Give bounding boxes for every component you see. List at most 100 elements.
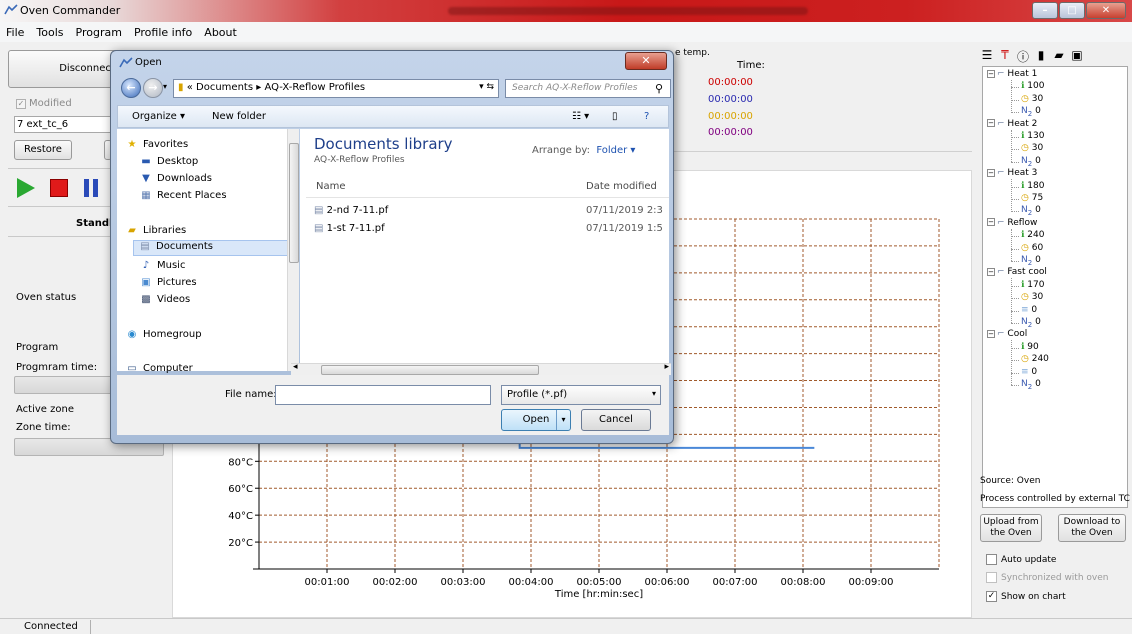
view-options-icon[interactable]: ☷ ▾ — [572, 111, 589, 122]
column-date-header[interactable]: Date modified — [586, 181, 657, 192]
save-icon[interactable]: ▣ — [1070, 48, 1084, 65]
tree-temp[interactable]: ℹ 180 — [1021, 181, 1044, 191]
menu-tools[interactable]: Tools — [30, 26, 69, 39]
tree-time[interactable]: ◷ 75 — [1021, 193, 1043, 203]
new-file-icon[interactable]: ▮ — [1034, 48, 1048, 65]
column-name-header[interactable]: Name — [316, 181, 346, 192]
auto-update-box[interactable] — [986, 554, 997, 565]
collapse-tree-icon[interactable]: ☰ — [980, 48, 994, 65]
nav-computer[interactable]: ▭ Computer — [125, 363, 192, 374]
collapse-icon[interactable]: − — [987, 267, 995, 276]
search-icon[interactable]: ⚲ — [655, 82, 663, 95]
breadcrumb-profiles[interactable]: AQ-X-Reflow Profiles — [264, 82, 365, 93]
show-on-chart-box[interactable]: ✓ — [986, 591, 997, 602]
recent-dropdown-icon[interactable]: ▾ — [163, 82, 167, 91]
arrange-by[interactable]: Arrange by: Folder ▾ — [532, 145, 635, 156]
menu-profile-info[interactable]: Profile info — [128, 26, 198, 39]
profile-icon[interactable]: ₸ — [998, 48, 1012, 65]
arrange-value[interactable]: Folder ▾ — [596, 145, 635, 156]
tree-time[interactable]: ◷ 60 — [1021, 243, 1043, 253]
tree-time[interactable]: ◷ 30 — [1021, 94, 1043, 104]
tree-time[interactable]: ◷ 240 — [1021, 354, 1049, 364]
tree-time[interactable]: ◷ 30 — [1021, 143, 1043, 153]
scroll-right-icon[interactable]: ▸ — [664, 362, 669, 372]
nav-videos[interactable]: ▩ Videos — [139, 294, 190, 305]
tree-temp[interactable]: ℹ 90 — [1021, 342, 1039, 352]
nav-pictures[interactable]: ▣ Pictures — [139, 277, 196, 288]
nav-recent-places[interactable]: ▦ Recent Places — [139, 190, 226, 201]
address-bar[interactable]: ▮ « Documents ▸ AQ-X-Reflow Profiles ▾ ⇆ — [173, 79, 499, 98]
file-row[interactable]: ▤ 1-st 7-11.pf 07/11/2019 1:5 — [314, 223, 663, 234]
maximize-button[interactable]: □ — [1059, 2, 1085, 19]
dialog-close-button[interactable]: ✕ — [625, 52, 667, 70]
new-folder-button[interactable]: New folder — [212, 111, 266, 122]
nav-scrollbar[interactable] — [287, 129, 299, 371]
menu-file[interactable]: File — [0, 26, 30, 39]
collapse-icon[interactable]: − — [987, 218, 995, 227]
tree-zone-cool[interactable]: − ⌐ Cool — [987, 329, 1027, 339]
tree-temp[interactable]: ℹ 100 — [1021, 81, 1044, 91]
stop-icon[interactable] — [50, 179, 68, 197]
open-options-icon[interactable]: ▾ — [556, 410, 570, 430]
tree-n2[interactable]: N2 0 — [1021, 156, 1041, 168]
tree-n2[interactable]: N2 0 — [1021, 317, 1041, 329]
auto-update-checkbox[interactable]: Auto update — [986, 554, 1056, 565]
breadcrumb-documents[interactable]: Documents — [196, 82, 253, 93]
close-button[interactable]: ✕ — [1086, 2, 1126, 19]
tree-time[interactable]: ◷ 30 — [1021, 292, 1043, 302]
file-name-input[interactable] — [275, 385, 491, 405]
nav-desktop[interactable]: ▬ Desktop — [139, 156, 198, 167]
back-button[interactable]: ← — [121, 78, 141, 98]
scroll-left-icon[interactable]: ◂ — [293, 362, 298, 372]
tree-n2[interactable]: N2 0 — [1021, 255, 1041, 267]
show-on-chart-checkbox[interactable]: ✓ Show on chart — [986, 591, 1066, 602]
open-button[interactable]: Open ▾ — [501, 409, 571, 431]
nav-favorites[interactable]: ★ Favorites — [125, 139, 189, 150]
play-icon[interactable] — [14, 176, 38, 203]
nav-documents[interactable]: ▤ Documents — [133, 240, 289, 256]
cancel-button[interactable]: Cancel — [581, 409, 651, 431]
collapse-icon[interactable]: − — [987, 329, 995, 338]
preview-pane-icon[interactable]: ▯ — [612, 111, 618, 122]
nav-libraries[interactable]: ▰ Libraries — [125, 225, 186, 236]
tree-zone-heat-2[interactable]: − ⌐ Heat 2 — [987, 119, 1037, 129]
pause-icon[interactable] — [82, 178, 102, 201]
tree-n2[interactable]: N2 0 — [1021, 106, 1041, 118]
tree-fan[interactable]: ≡ 0 — [1021, 305, 1037, 315]
download-to-oven-button[interactable]: Download to the Oven — [1058, 514, 1126, 542]
restore-button[interactable]: Restore — [14, 140, 72, 160]
organize-button[interactable]: Organize ▾ — [132, 111, 185, 122]
tree-temp[interactable]: ℹ 240 — [1021, 230, 1044, 240]
tree-n2[interactable]: N2 0 — [1021, 205, 1041, 217]
tree-zone-heat-1[interactable]: − ⌐ Heat 1 — [987, 69, 1037, 79]
nav-downloads[interactable]: ▼ Downloads — [139, 173, 212, 184]
address-dropdown-icon[interactable]: ▾ ⇆ — [479, 82, 494, 92]
file-list-scroll-thumb[interactable] — [321, 365, 539, 375]
file-list-scrollbar[interactable]: ◂ ▸ — [291, 362, 671, 375]
minimize-button[interactable]: – — [1032, 2, 1058, 19]
forward-button[interactable]: → — [143, 78, 163, 98]
file-type-dropdown-icon[interactable]: ▾ — [652, 389, 656, 398]
file-type-filter[interactable]: Profile (*.pf) ▾ — [501, 385, 661, 405]
nav-homegroup[interactable]: ◉ Homegroup — [125, 329, 202, 340]
menu-about[interactable]: About — [198, 26, 243, 39]
nav-scroll-thumb[interactable] — [289, 143, 299, 263]
tree-zone-heat-3[interactable]: − ⌐ Heat 3 — [987, 168, 1037, 178]
info-icon[interactable]: ⓘ — [1016, 48, 1030, 65]
open-folder-icon[interactable]: ▰ — [1052, 48, 1066, 65]
search-input[interactable]: Search AQ-X-Reflow Profiles — [505, 79, 671, 98]
upload-from-oven-button[interactable]: Upload from the Oven — [980, 514, 1042, 542]
tree-temp[interactable]: ℹ 170 — [1021, 280, 1044, 290]
nav-music[interactable]: ♪ Music — [139, 260, 186, 271]
collapse-icon[interactable]: − — [987, 69, 995, 78]
collapse-icon[interactable]: − — [987, 168, 995, 177]
file-row[interactable]: ▤ 2-nd 7-11.pf 07/11/2019 2:3 — [314, 205, 663, 216]
tree-temp[interactable]: ℹ 130 — [1021, 131, 1044, 141]
tree-zone-reflow[interactable]: − ⌐ Reflow — [987, 218, 1037, 228]
tree-n2[interactable]: N2 0 — [1021, 379, 1041, 391]
tree-zone-fast-cool[interactable]: − ⌐ Fast cool — [987, 267, 1047, 277]
collapse-icon[interactable]: − — [987, 119, 995, 128]
menu-program[interactable]: Program — [70, 26, 128, 39]
help-icon[interactable]: ? — [644, 111, 649, 122]
tree-fan[interactable]: ≡ 0 — [1021, 367, 1037, 377]
